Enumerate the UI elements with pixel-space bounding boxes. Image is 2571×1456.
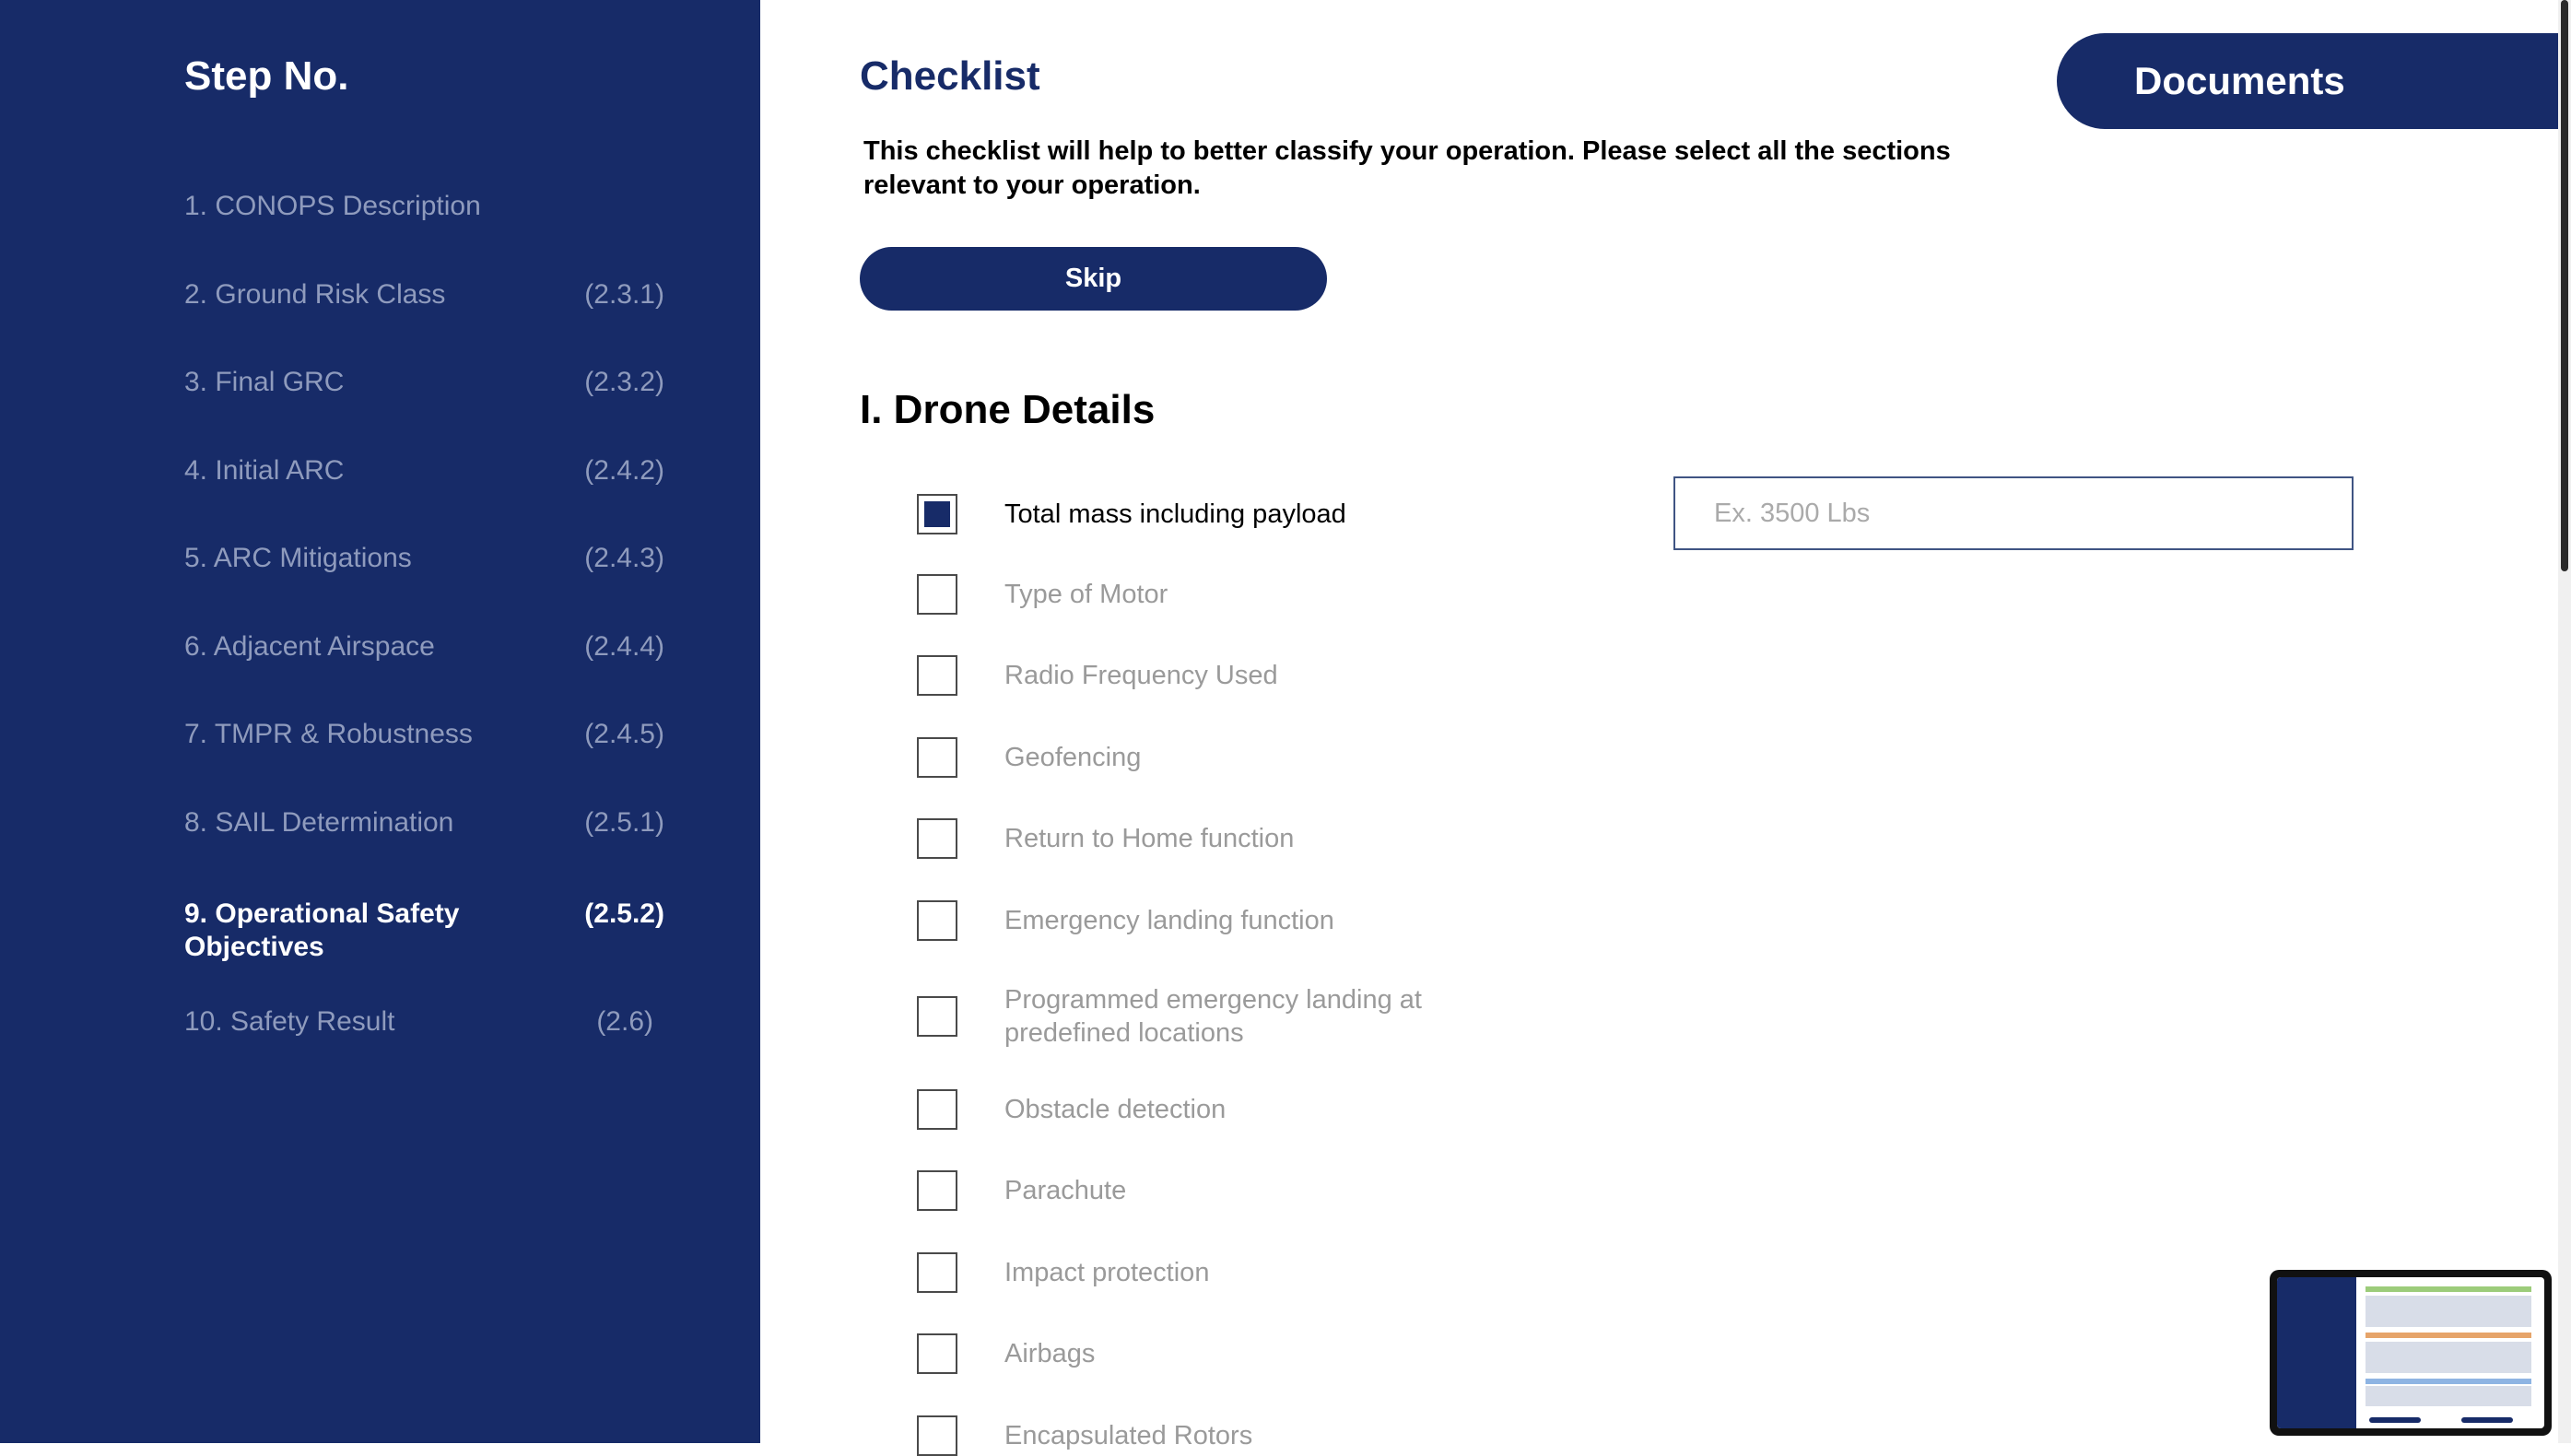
sidebar-title: Step No. [184, 53, 349, 99]
screenshot-thumbnail[interactable] [2270, 1270, 2552, 1436]
checkbox-checked[interactable] [917, 494, 957, 534]
sidebar-item-code: (2.4.3) [584, 543, 664, 573]
checkbox[interactable] [917, 1415, 957, 1456]
sidebar: Step No. 1. CONOPS Description 2. Ground… [0, 0, 760, 1443]
checklist-item-label: Total mass including payload [1004, 499, 1346, 529]
checklist-item-label: Radio Frequency Used [1004, 661, 1278, 690]
checkbox[interactable] [917, 1333, 957, 1374]
checkbox[interactable] [917, 1252, 957, 1293]
checklist-item-label: Type of Motor [1004, 580, 1168, 609]
sidebar-item-code: (2.3.1) [584, 279, 664, 310]
checkbox[interactable] [917, 655, 957, 696]
checkbox[interactable] [917, 1170, 957, 1211]
documents-button[interactable]: Documents [2057, 33, 2571, 129]
checklist-item-label: Parachute [1004, 1176, 1127, 1205]
sidebar-item-label: 6. Adjacent Airspace [184, 631, 435, 662]
section-title: I. Drone Details [860, 387, 1156, 432]
sidebar-item-code: (2.6) [596, 1006, 653, 1037]
sidebar-item-code: (2.5.2) [584, 898, 664, 929]
checklist-intro: This checklist will help to better class… [863, 136, 1951, 200]
checkbox[interactable] [917, 818, 957, 859]
checklist-item-label: Airbags [1004, 1339, 1096, 1368]
sidebar-item-label: 5. ARC Mitigations [184, 543, 412, 573]
thumbnail-bar [2366, 1379, 2531, 1384]
sidebar-item-code: (2.5.1) [584, 807, 664, 838]
thumbnail-row [2366, 1386, 2531, 1406]
sidebar-item-label: 2. Ground Risk Class [184, 279, 446, 310]
page-title: Checklist [860, 53, 1040, 99]
thumbnail-sidebar [2277, 1277, 2356, 1428]
sidebar-item-label: 1. CONOPS Description [184, 191, 481, 221]
skip-button[interactable]: Skip [860, 247, 1327, 311]
checklist-item-label: Geofencing [1004, 743, 1142, 772]
thumbnail-bar [2366, 1286, 2531, 1292]
checklist-item-label: Obstacle detection [1004, 1095, 1227, 1124]
sidebar-item-code: (2.4.4) [584, 631, 664, 662]
total-mass-input[interactable] [1673, 476, 2354, 550]
scrollbar-thumb[interactable] [2561, 0, 2568, 571]
thumbnail-row [2366, 1342, 2531, 1373]
checkbox[interactable] [917, 574, 957, 615]
sidebar-item-label: 3. Final GRC [184, 367, 345, 397]
checklist-item-label: Return to Home function [1004, 824, 1295, 853]
sidebar-item-label: 10. Safety Result [184, 1006, 395, 1037]
checkbox[interactable] [917, 1089, 957, 1130]
checklist-item-label: Impact protection [1004, 1258, 1210, 1287]
sidebar-item-code: (2.3.2) [584, 367, 664, 397]
sidebar-item-label: 7. TMPR & Robustness [184, 719, 473, 749]
checklist-item-label: Emergency landing function [1004, 906, 1334, 935]
thumbnail-button [2461, 1417, 2513, 1423]
thumbnail-preview [2277, 1277, 2544, 1428]
checkbox[interactable] [917, 996, 957, 1037]
sidebar-item-label: 9. Operational Safety Objectives [184, 898, 460, 962]
thumbnail-bar [2366, 1333, 2531, 1338]
sidebar-item-code: (2.4.5) [584, 719, 664, 749]
sidebar-item-label: 4. Initial ARC [184, 455, 345, 486]
sidebar-item-label: 8. SAIL Determination [184, 807, 454, 838]
checklist-item-label: Programmed emergency landing at predefin… [1004, 985, 1422, 1048]
checkbox[interactable] [917, 900, 957, 941]
checklist-item-label: Encapsulated Rotors [1004, 1421, 1253, 1450]
sidebar-item-code: (2.4.2) [584, 455, 664, 486]
thumbnail-row [2366, 1296, 2531, 1327]
checkbox[interactable] [917, 737, 957, 778]
thumbnail-button [2369, 1417, 2421, 1423]
